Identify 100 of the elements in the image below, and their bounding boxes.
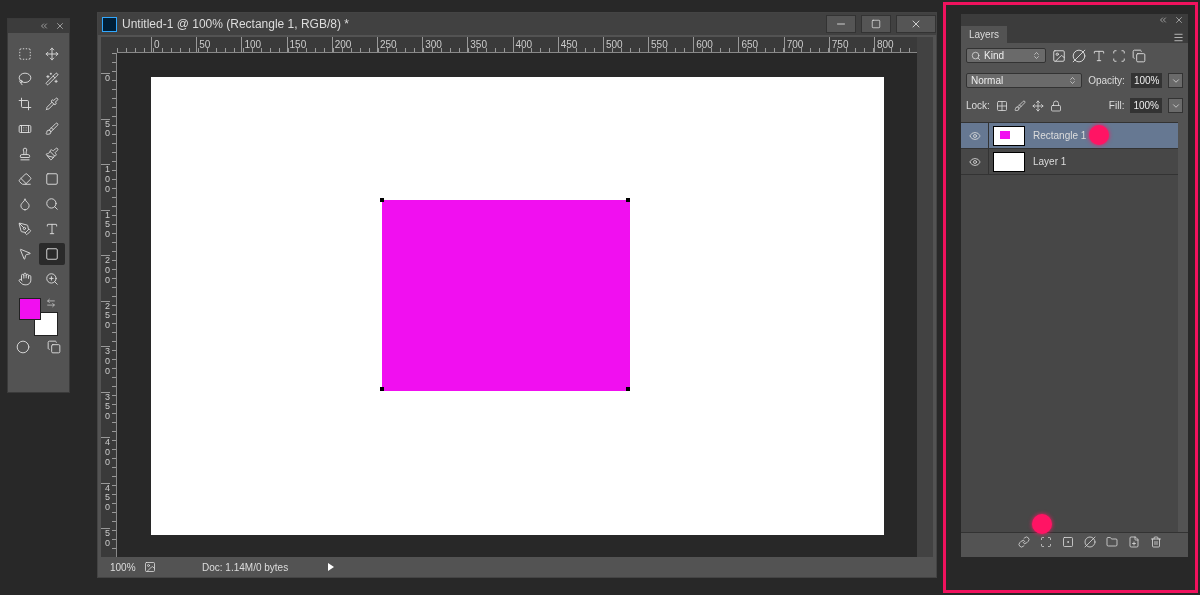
filter-select[interactable]: Kind xyxy=(966,48,1046,63)
eyedropper-icon xyxy=(44,97,59,111)
layer-name: Layer 1 xyxy=(1033,156,1067,167)
close-icon xyxy=(55,21,65,31)
window-title: Untitled-1 @ 100% (Rectangle 1, RGB/8) * xyxy=(122,17,350,31)
brush-icon xyxy=(44,122,59,136)
ruler-label: 550 xyxy=(648,37,694,52)
ruler-label: 650 xyxy=(738,37,784,52)
collapse-icon xyxy=(1158,15,1168,25)
link-button[interactable] xyxy=(1018,535,1030,548)
path-select-icon xyxy=(18,247,33,261)
rectangle-tool-button[interactable] xyxy=(38,243,65,265)
document-info: Doc: 1.14M/0 bytes xyxy=(202,561,290,573)
group-button[interactable] xyxy=(1106,535,1118,548)
ruler-label: 150 xyxy=(101,209,110,255)
new-button[interactable] xyxy=(1128,535,1140,548)
layer-thumbnail xyxy=(993,151,1025,172)
layer-row[interactable]: Layer 1 xyxy=(961,149,1178,175)
marquee-icon xyxy=(18,47,33,61)
eraser-icon xyxy=(18,172,33,186)
ruler-label: 300 xyxy=(101,346,110,392)
ruler-label: 50 xyxy=(196,37,242,52)
ruler-label: 0 xyxy=(151,37,197,52)
minimize-button[interactable] xyxy=(826,15,856,33)
adjustment-filter-icon xyxy=(1072,48,1086,63)
fill-dropdown[interactable] xyxy=(1168,98,1183,113)
ruler-label: 350 xyxy=(101,391,110,437)
shape-filter-icon xyxy=(1112,48,1126,63)
layer-thumbnail xyxy=(993,125,1025,146)
blend-mode-select[interactable]: Normal xyxy=(966,73,1083,88)
mask-button[interactable] xyxy=(1062,535,1074,548)
ruler-label: 400 xyxy=(101,437,110,483)
opacity-field[interactable]: 100% xyxy=(1130,73,1163,88)
move-icon xyxy=(44,47,59,61)
pen-icon xyxy=(18,222,33,236)
opacity-dropdown[interactable] xyxy=(1168,73,1183,88)
ruler-label: 300 xyxy=(422,37,468,52)
play-icon[interactable] xyxy=(328,563,334,571)
mask-icon xyxy=(1062,535,1074,548)
dodge-icon xyxy=(44,197,59,211)
lock-pixels-icon xyxy=(995,99,1008,112)
layers-tab[interactable]: Layers xyxy=(961,26,1007,43)
smart-object-filter-icon xyxy=(1132,48,1146,63)
image-filter-icon xyxy=(1052,48,1066,63)
ruler-label: 500 xyxy=(602,37,649,52)
new-icon xyxy=(1128,535,1140,548)
eye-icon xyxy=(968,129,981,142)
lock-position-icon xyxy=(1031,99,1044,112)
fill-label: Fill: xyxy=(1108,100,1125,111)
maximize-button[interactable] xyxy=(861,15,891,33)
ruler-label: 250 xyxy=(101,300,110,346)
history-brush-icon xyxy=(44,147,59,161)
selection-handle[interactable] xyxy=(626,198,630,202)
close-icon xyxy=(910,18,922,30)
ruler-label: 600 xyxy=(693,37,739,52)
lock-icon xyxy=(1049,99,1062,112)
ruler-label: 750 xyxy=(828,37,874,52)
zoom-level: 100% xyxy=(110,561,137,573)
swap-icon xyxy=(46,298,56,308)
fill-field[interactable]: 100% xyxy=(1130,98,1162,113)
ruler-label: 700 xyxy=(783,37,829,52)
collapse-icon xyxy=(39,21,49,31)
selection-handle[interactable] xyxy=(626,387,630,391)
ruler-label: 200 xyxy=(101,255,110,301)
stamp-icon xyxy=(18,147,33,161)
ruler-label: 100 xyxy=(241,37,287,52)
blur-icon xyxy=(18,197,33,211)
close-button[interactable] xyxy=(896,15,936,33)
scrollbar[interactable] xyxy=(917,37,933,557)
ruler-label: 50 xyxy=(101,528,110,557)
adjustment-icon xyxy=(1084,535,1096,548)
foreground-swatch[interactable] xyxy=(19,298,41,320)
delete-button[interactable] xyxy=(1150,535,1162,548)
menu-icon xyxy=(1173,32,1184,43)
search-icon xyxy=(971,50,981,61)
ruler-label: 200 xyxy=(331,37,377,52)
close-icon xyxy=(1174,15,1184,25)
group-icon xyxy=(1106,535,1118,548)
type-icon xyxy=(44,222,59,236)
selection-handle[interactable] xyxy=(380,387,384,391)
ruler-label: 150 xyxy=(286,37,332,52)
quick-mask-icon xyxy=(16,340,31,354)
healing-icon xyxy=(18,122,33,136)
hand-icon xyxy=(18,272,33,286)
app-icon xyxy=(102,16,117,32)
ruler-label: 250 xyxy=(376,37,423,52)
lasso-icon xyxy=(18,72,33,86)
ruler-label: 100 xyxy=(101,164,110,210)
screen-mode-icon xyxy=(46,340,61,354)
ruler-label: 350 xyxy=(467,37,513,52)
eye-icon xyxy=(968,155,981,168)
updown-icon xyxy=(1068,76,1078,85)
ruler-label: 450 xyxy=(101,482,110,528)
layer-name: Rectangle 1 xyxy=(1033,130,1087,141)
updown-icon xyxy=(1032,51,1041,60)
adjustment-button[interactable] xyxy=(1084,535,1096,548)
lock-label: Lock: xyxy=(966,100,990,111)
ruler-label: 400 xyxy=(512,37,558,52)
layer-row[interactable]: Rectangle 1 xyxy=(961,123,1178,149)
selection-handle[interactable] xyxy=(380,198,384,202)
